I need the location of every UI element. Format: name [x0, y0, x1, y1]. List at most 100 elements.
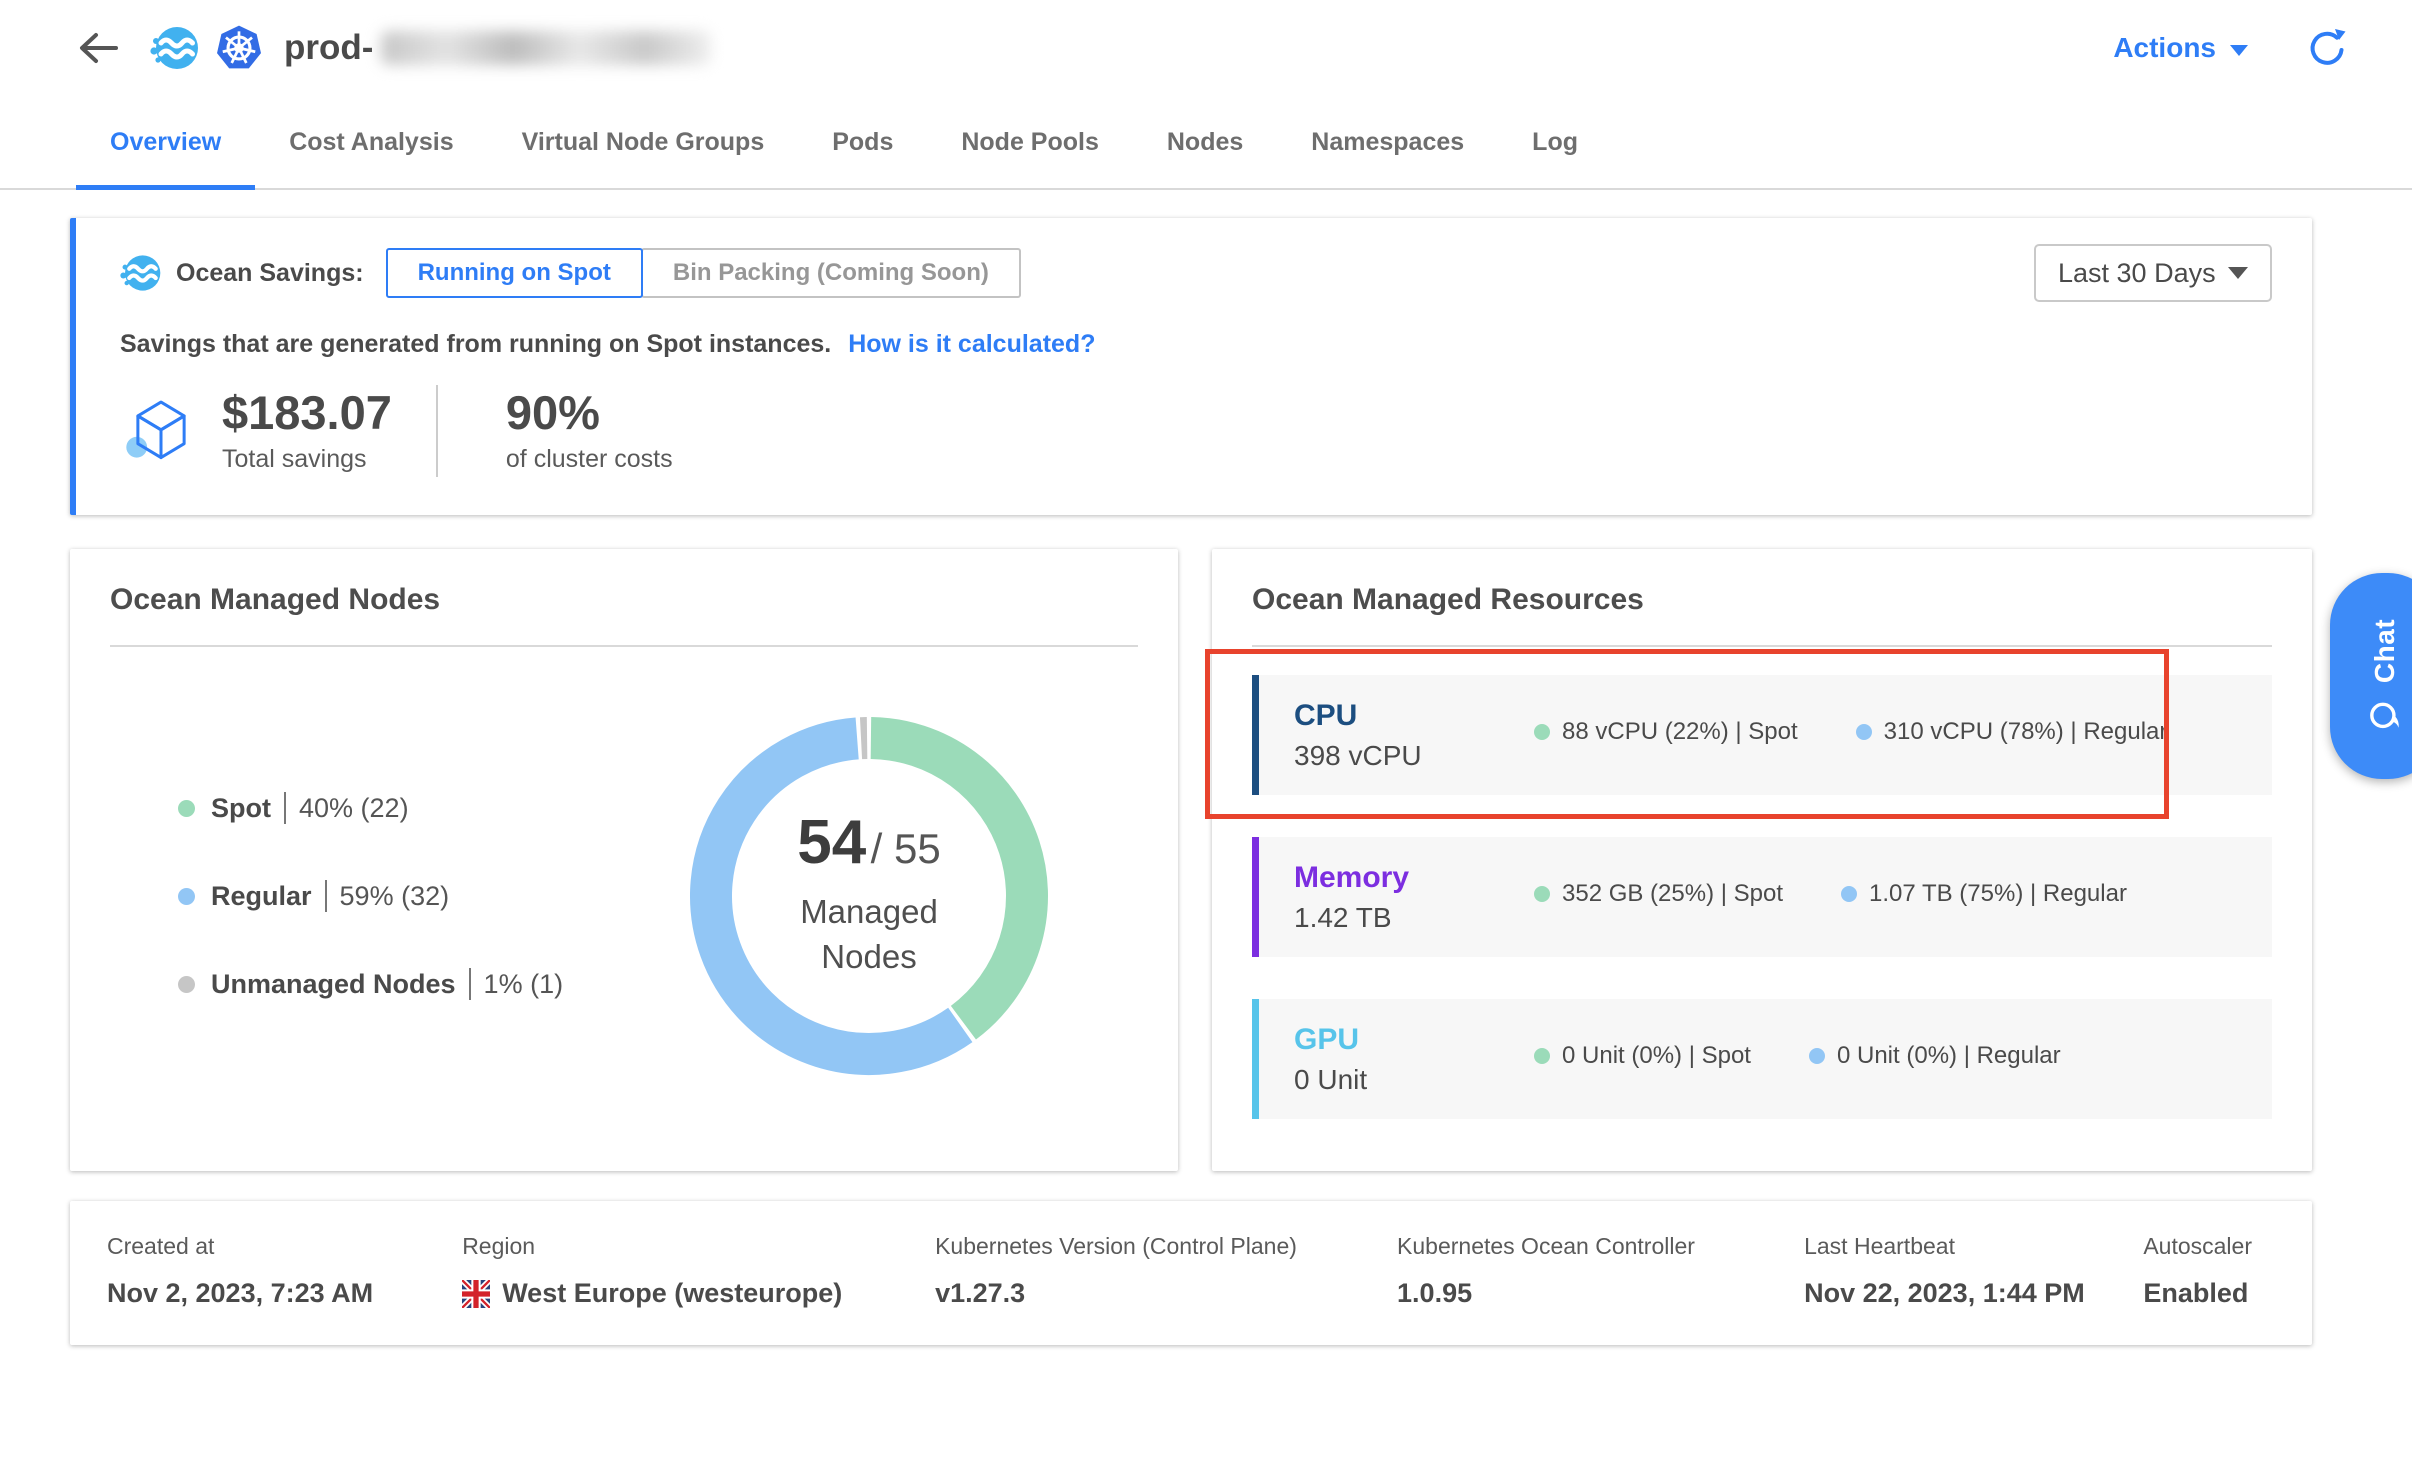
- divider: [284, 792, 286, 824]
- memory-regular-detail: 1.07 TB (75%) | Regular: [1841, 880, 2127, 908]
- legend-value: 59% (32): [340, 881, 450, 912]
- info-created-at: Created at Nov 2, 2023, 7:23 AM: [107, 1233, 462, 1309]
- divider: [110, 645, 1138, 647]
- tab-bar: Overview Cost Analysis Virtual Node Grou…: [0, 102, 2412, 190]
- managed-nodes-center-label: Managed Nodes: [754, 890, 984, 979]
- spot-legend-dot: [178, 800, 195, 817]
- actions-label: Actions: [2113, 32, 2216, 64]
- memory-regular-text: 1.07 TB (75%) | Regular: [1869, 880, 2127, 908]
- how-is-it-calculated-link[interactable]: How is it calculated?: [848, 330, 1095, 358]
- managed-resources-title: Ocean Managed Resources: [1252, 583, 2272, 617]
- nodes-legend: Spot 40% (22) Regular 59% (32) U: [178, 792, 563, 1000]
- divider: [469, 968, 471, 1000]
- tab-nodes[interactable]: Nodes: [1133, 102, 1277, 190]
- info-value: v1.27.3: [935, 1278, 1377, 1309]
- page-title: prod-: [284, 28, 711, 68]
- memory-total: 1.42 TB: [1294, 902, 1534, 934]
- legend-item-spot: Spot 40% (22): [178, 792, 563, 824]
- info-label: Kubernetes Version (Control Plane): [935, 1233, 1377, 1260]
- info-value: West Europe (westeurope): [502, 1278, 842, 1309]
- info-label: Created at: [107, 1233, 442, 1260]
- cpu-regular-detail: 310 vCPU (78%) | Regular: [1856, 718, 2168, 746]
- ocean-savings-card: Ocean Savings: Running on Spot Bin Packi…: [70, 218, 2312, 515]
- cpu-accent-bar: [1252, 675, 1259, 795]
- spot-dot: [1534, 1048, 1550, 1064]
- ocean-savings-label: Ocean Savings:: [176, 259, 364, 288]
- savings-view-toggle: Running on Spot Bin Packing (Coming Soon…: [386, 248, 1021, 298]
- legend-label: Unmanaged Nodes: [211, 969, 456, 1000]
- tab-log[interactable]: Log: [1498, 102, 1612, 190]
- divider: [325, 880, 327, 912]
- cluster-cost-percent-label: of cluster costs: [506, 445, 673, 474]
- tab-cost-analysis[interactable]: Cost Analysis: [255, 102, 487, 190]
- savings-cube-icon: [124, 394, 198, 468]
- legend-value: 40% (22): [299, 793, 409, 824]
- memory-spot-text: 352 GB (25%) | Spot: [1562, 880, 1783, 908]
- actions-button[interactable]: Actions: [2113, 32, 2248, 64]
- autoscaler-status-badge: Enabled: [2143, 1278, 2252, 1309]
- regular-legend-dot: [178, 888, 195, 905]
- gpu-spot-text: 0 Unit (0%) | Spot: [1562, 1042, 1751, 1070]
- uk-flag-icon: [462, 1280, 490, 1308]
- info-label: Autoscaler: [2143, 1233, 2252, 1260]
- ocean-logo-icon: [150, 23, 200, 73]
- managed-nodes-title: Ocean Managed Nodes: [110, 583, 1138, 617]
- managed-nodes-count: 54: [797, 808, 866, 877]
- info-region: Region West Europe (westeurope): [462, 1233, 935, 1309]
- legend-item-regular: Regular 59% (32): [178, 880, 563, 912]
- period-dropdown[interactable]: Last 30 Days: [2034, 244, 2272, 302]
- info-autoscaler: Autoscaler Enabled: [2143, 1233, 2272, 1309]
- tab-node-pools[interactable]: Node Pools: [927, 102, 1133, 190]
- ocean-savings-icon: [120, 252, 162, 294]
- tab-pods[interactable]: Pods: [798, 102, 927, 190]
- chevron-down-icon: [2230, 45, 2248, 56]
- header: prod- Actions: [0, 0, 2412, 96]
- toggle-bin-packing[interactable]: Bin Packing (Coming Soon): [641, 248, 1021, 298]
- legend-value: 1% (1): [484, 969, 564, 1000]
- gpu-spot-detail: 0 Unit (0%) | Spot: [1534, 1042, 1751, 1070]
- cpu-spot-detail: 88 vCPU (22%) | Spot: [1534, 718, 1798, 746]
- toggle-running-on-spot[interactable]: Running on Spot: [386, 248, 643, 298]
- cpu-total: 398 vCPU: [1294, 740, 1534, 772]
- chat-button[interactable]: Chat: [2330, 573, 2412, 779]
- cpu-regular-text: 310 vCPU (78%) | Regular: [1884, 718, 2168, 746]
- ocean-managed-nodes-card: Ocean Managed Nodes Spot 40% (22) Regula…: [70, 549, 1178, 1171]
- kubernetes-logo-icon: [214, 23, 264, 73]
- divider: [436, 385, 438, 477]
- legend-label: Regular: [211, 881, 312, 912]
- legend-item-unmanaged: Unmanaged Nodes 1% (1): [178, 968, 563, 1000]
- resource-row-memory: Memory 1.42 TB 352 GB (25%) | Spot 1.07 …: [1252, 837, 2272, 957]
- info-value: Nov 22, 2023, 1:44 PM: [1804, 1278, 2123, 1309]
- info-label: Region: [462, 1233, 915, 1260]
- memory-spot-detail: 352 GB (25%) | Spot: [1534, 880, 1783, 908]
- back-button[interactable]: [76, 26, 124, 70]
- info-label: Last Heartbeat: [1804, 1233, 2123, 1260]
- total-savings-label: Total savings: [222, 445, 392, 474]
- tab-virtual-node-groups[interactable]: Virtual Node Groups: [488, 102, 799, 190]
- regular-dot: [1856, 724, 1872, 740]
- chat-bubble-icon: [2368, 699, 2402, 733]
- gpu-regular-text: 0 Unit (0%) | Regular: [1837, 1042, 2061, 1070]
- regular-dot: [1809, 1048, 1825, 1064]
- regular-dot: [1841, 886, 1857, 902]
- resource-row-cpu: CPU 398 vCPU 88 vCPU (22%) | Spot 310 vC…: [1252, 675, 2272, 795]
- cluster-name-redacted: [381, 31, 711, 65]
- cluster-name-prefix: prod-: [284, 28, 373, 68]
- tab-overview[interactable]: Overview: [76, 102, 255, 190]
- info-kubernetes-version: Kubernetes Version (Control Plane) v1.27…: [935, 1233, 1397, 1309]
- chevron-down-icon: [2228, 267, 2248, 279]
- savings-description: Savings that are generated from running …: [120, 330, 831, 358]
- info-ocean-controller: Kubernetes Ocean Controller 1.0.95: [1397, 1233, 1804, 1309]
- memory-accent-bar: [1252, 837, 1259, 957]
- divider: [1252, 645, 2272, 647]
- tab-namespaces[interactable]: Namespaces: [1277, 102, 1498, 190]
- info-label: Kubernetes Ocean Controller: [1397, 1233, 1784, 1260]
- refresh-button[interactable]: [2306, 27, 2348, 69]
- cpu-name: CPU: [1294, 699, 1534, 732]
- gpu-regular-detail: 0 Unit (0%) | Regular: [1809, 1042, 2061, 1070]
- donut-center: 54 / 55 Managed Nodes: [674, 701, 1064, 1091]
- info-value: Nov 2, 2023, 7:23 AM: [107, 1278, 442, 1309]
- chat-label: Chat: [2369, 619, 2401, 683]
- cpu-spot-text: 88 vCPU (22%) | Spot: [1562, 718, 1798, 746]
- period-dropdown-value: Last 30 Days: [2058, 258, 2216, 289]
